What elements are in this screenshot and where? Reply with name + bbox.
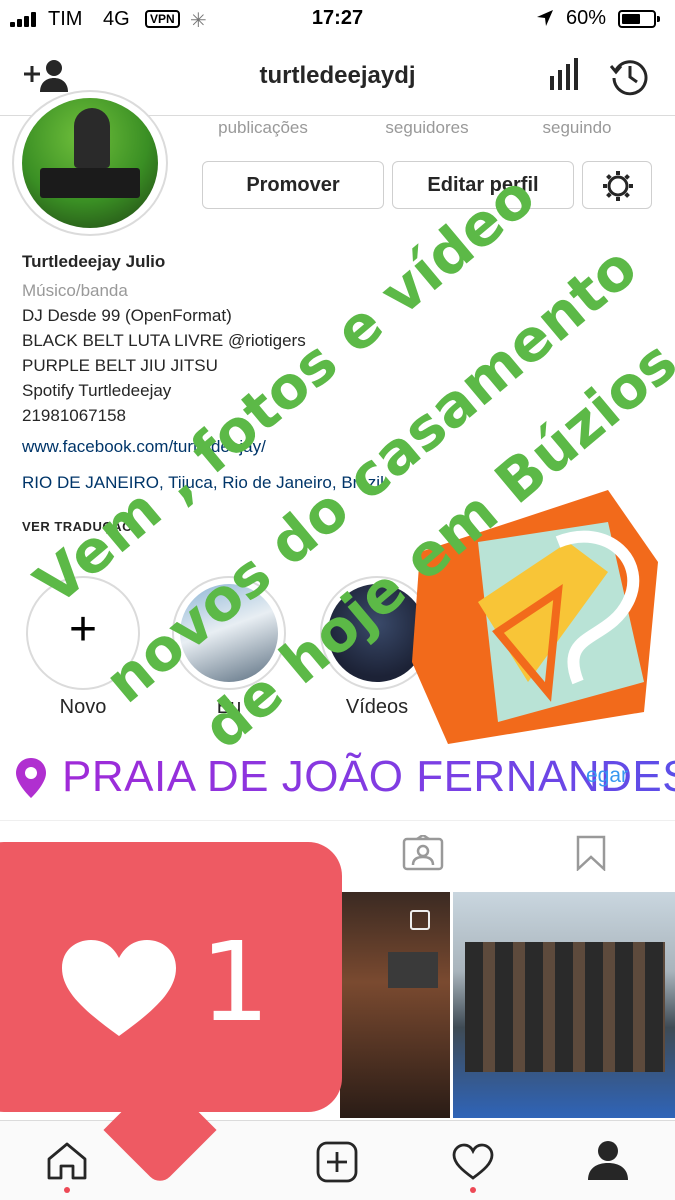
bookmark-icon[interactable] [576,835,606,871]
plus-icon: + [68,603,98,656]
bio-line: PURPLE BELT JIU JITSU [22,356,218,375]
battery-percent: 60% [566,7,607,29]
highlight-label: Novo [59,696,107,718]
heart-icon[interactable] [452,1143,494,1181]
battery-icon [618,10,660,28]
stat-following-label[interactable]: seguindo [502,118,652,138]
highlight-eu[interactable] [172,576,286,690]
profile-avatar[interactable] [12,90,168,236]
settings-button[interactable] [582,161,652,209]
location-pin-icon [16,758,46,798]
navigate-link[interactable]: egar [586,764,628,788]
bio-phone[interactable]: 21981067158 [22,406,126,426]
animated-sticker [412,490,658,744]
notification-dot [64,1187,70,1193]
stat-followers-label[interactable]: seguidores [352,118,502,138]
post-thumbnail[interactable] [453,892,675,1118]
see-translation-link[interactable]: VER TRADUÇÃO [22,519,133,534]
profile-website-link[interactable]: www.facebook.com/turtledeejay/ [22,437,266,457]
tagged-icon[interactable] [402,835,444,871]
profile-address-link[interactable]: RIO DE JANEIRO, Tijuca, Rio de Janeiro, … [22,473,384,493]
edit-profile-button[interactable]: Editar perfil [392,161,574,209]
stat-posts-label[interactable]: publicações [188,118,338,138]
bio-line: DJ Desde 99 (OpenFormat) [22,306,232,325]
profile-category: Músico/banda [22,281,128,300]
archive-icon[interactable] [610,56,650,96]
profile-name: Turtledeejay Julio [22,252,166,271]
profile-icon[interactable] [586,1139,630,1181]
bio-line: BLACK BELT LUTA LIVRE @riotigers [22,331,306,350]
like-count: 1 [200,918,270,1046]
home-icon[interactable] [46,1141,88,1181]
bio-line: Spotify Turtledeejay [22,381,172,400]
location-arrow-icon [537,10,553,26]
promote-button[interactable]: Promover [202,161,384,209]
add-icon[interactable] [316,1141,358,1183]
gear-icon [603,171,633,201]
highlight-new[interactable]: + [26,576,140,690]
notification-dot [470,1187,476,1193]
insights-icon[interactable] [548,58,580,92]
highlight-label: Eu [216,696,242,718]
bottom-navigation [0,1120,675,1200]
status-bar: TIM 4G VPN ✳ 17:27 60% [0,0,675,40]
post-thumbnail[interactable] [340,892,450,1118]
location-sticker-text: PRAIA DE JOÃO FERNANDES [62,752,675,802]
heart-icon [62,940,176,1036]
